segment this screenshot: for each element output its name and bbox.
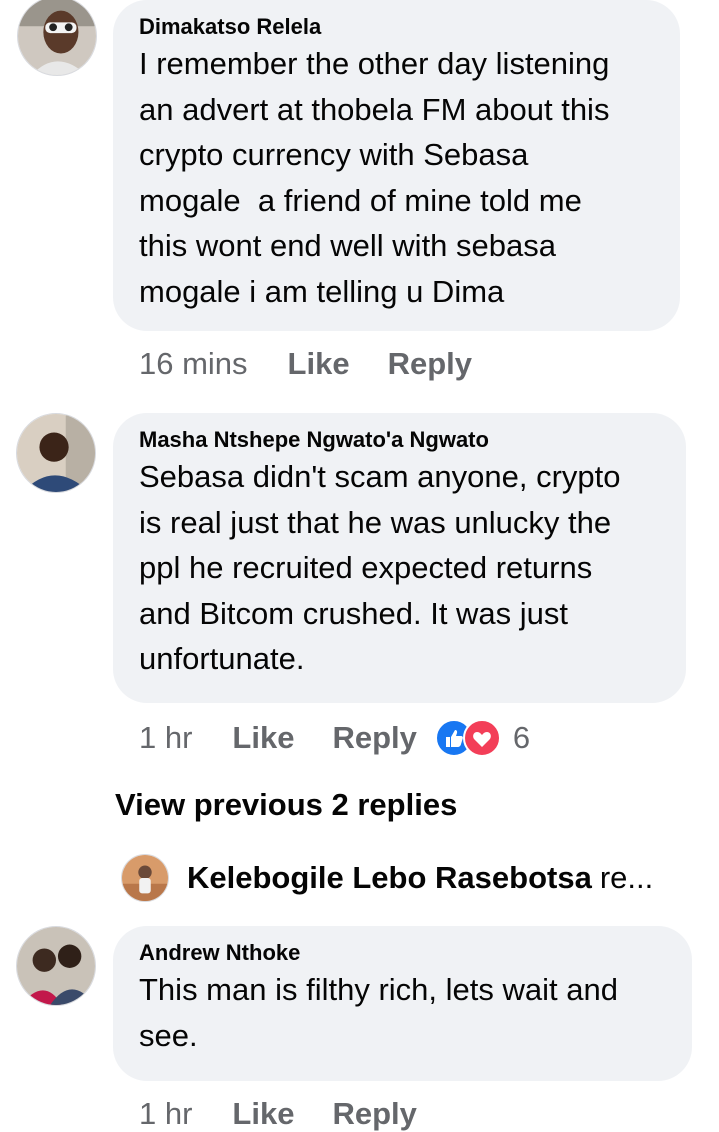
comment-author[interactable]: Dimakatso Relela	[139, 13, 656, 41]
avatar-photo	[122, 855, 168, 901]
like-button[interactable]: Like	[232, 720, 294, 756]
comment-meta: 16 mins Like Reply	[139, 346, 472, 382]
comment-timestamp[interactable]: 1 hr	[139, 720, 192, 756]
comment-bubble: Dimakatso Relela I remember the other da…	[113, 0, 680, 331]
reaction-count: 6	[512, 720, 531, 755]
avatar[interactable]	[17, 0, 97, 76]
like-button[interactable]: Like	[288, 346, 350, 382]
comment-bubble: Masha Ntshepe Ngwato'a Ngwato Sebasa did…	[113, 413, 686, 703]
comment-author[interactable]: Andrew Nthoke	[139, 939, 668, 967]
avatar-photo	[18, 0, 96, 75]
reply-author[interactable]: Kelebogile Lebo Rasebotsa	[187, 860, 592, 896]
avatar[interactable]	[16, 926, 96, 1006]
comment-text: This man is filthy rich, lets wait and s…	[139, 972, 618, 1053]
comment-bubble: Andrew Nthoke This man is filthy rich, l…	[113, 926, 692, 1081]
reaction-summary[interactable]: 6	[434, 719, 531, 757]
avatar-photo	[17, 414, 95, 492]
reply-button[interactable]: Reply	[388, 346, 472, 382]
comment-author[interactable]: Masha Ntshepe Ngwato'a Ngwato	[139, 426, 662, 454]
reply-button[interactable]: Reply	[332, 720, 416, 756]
comment-text: Sebasa didn't scam anyone, crypto is rea…	[139, 459, 621, 676]
comment-text: I remember the other day listening an ad…	[139, 46, 610, 309]
avatar	[121, 854, 169, 902]
comment-meta: 1 hr Like Reply 6	[139, 719, 530, 757]
view-previous-replies-link[interactable]: View previous 2 replies	[115, 787, 457, 823]
avatar[interactable]	[16, 413, 96, 493]
avatar-photo	[17, 927, 95, 1005]
love-reaction-icon	[462, 719, 501, 757]
comment-timestamp[interactable]: 16 mins	[139, 346, 248, 382]
reply-preview[interactable]: Kelebogile Lebo Rasebotsa re...	[121, 852, 653, 904]
reply-truncated-text: re...	[599, 860, 654, 895]
